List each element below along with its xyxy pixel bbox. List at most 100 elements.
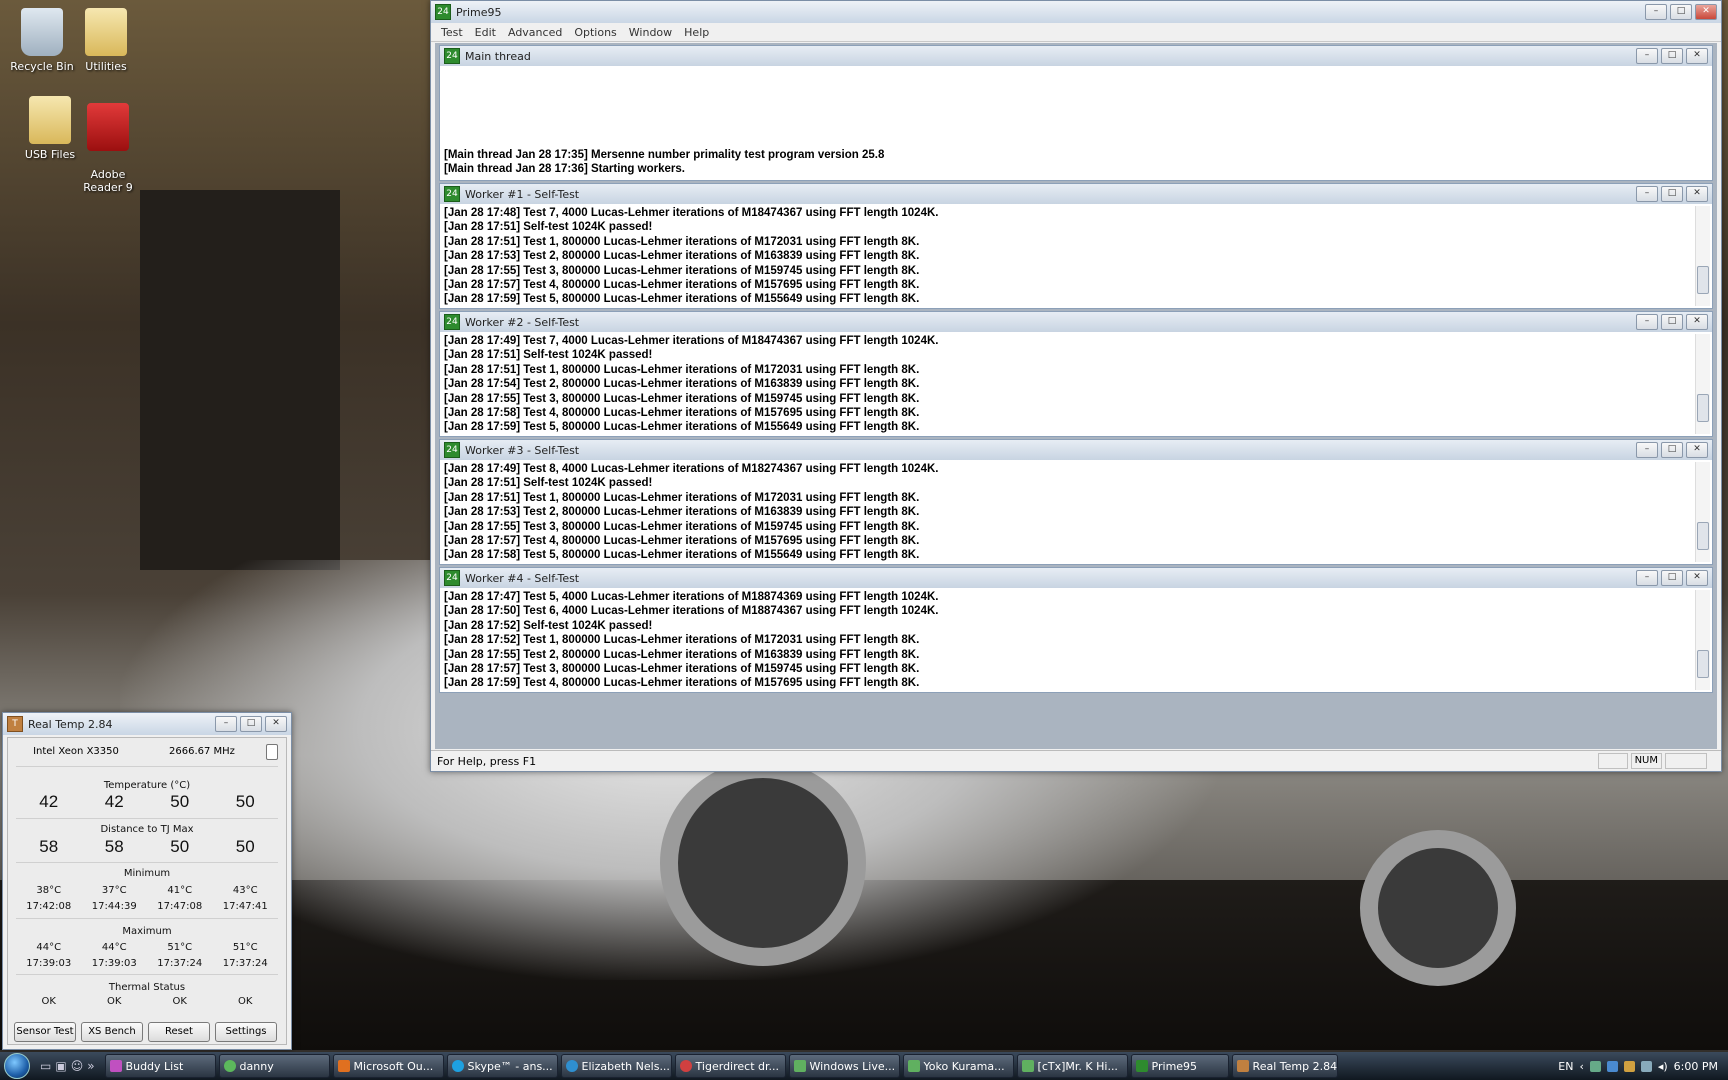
taskbar-item-chat-yoko[interactable]: Yoko Kurama... (902, 1054, 1014, 1078)
tray-app-icon[interactable] (1589, 1060, 1601, 1072)
core-temp: 50 (170, 792, 190, 811)
switch-windows-icon[interactable]: ▣ (55, 1059, 66, 1073)
vertical-scrollbar[interactable] (1695, 590, 1710, 690)
maximize-button[interactable]: □ (240, 716, 262, 732)
main-thread-window: 24 Main thread – □ ✕ [Main thread Jan 28… (439, 45, 1713, 181)
app-icon (679, 1060, 692, 1072)
minimize-button[interactable]: – (1636, 570, 1658, 586)
settings-button[interactable]: Settings (215, 1022, 277, 1042)
app-icon (223, 1060, 236, 1072)
taskbar-item-windows-live[interactable]: Windows Live... (788, 1054, 900, 1078)
vertical-scrollbar[interactable] (1695, 206, 1710, 306)
restore-button[interactable]: □ (1661, 48, 1683, 64)
window-title: Real Temp 2.84 (28, 717, 113, 731)
menu-test[interactable]: Test (435, 26, 469, 39)
taskbar-item-prime95[interactable]: Prime95 (1130, 1054, 1229, 1078)
child-titlebar[interactable]: 24 Worker #3 - Self-Test – □ ✕ (440, 440, 1712, 460)
language-indicator[interactable]: EN (1558, 1060, 1573, 1073)
taskbar-item-label: Windows Live... (809, 1059, 896, 1073)
minimize-button[interactable]: – (1636, 314, 1658, 330)
minimize-button[interactable]: – (1636, 442, 1658, 458)
close-button[interactable]: ✕ (1686, 186, 1708, 202)
scrollbar-thumb[interactable] (1697, 394, 1709, 422)
system-tray: EN ‹ ◂) 6:00 PM (1558, 1060, 1728, 1073)
folder-icon (85, 8, 127, 56)
realtemp-titlebar[interactable]: T Real Temp 2.84 – □ ✕ (3, 713, 291, 735)
scrollbar-thumb[interactable] (1697, 650, 1709, 678)
close-button[interactable]: ✕ (1695, 4, 1717, 20)
wallpaper-wheel-front (660, 760, 866, 966)
tray-app-icon[interactable] (1606, 1060, 1618, 1072)
restore-button[interactable]: □ (1661, 314, 1683, 330)
taskbar-item-buddy-list[interactable]: Buddy List (104, 1054, 216, 1078)
menu-edit[interactable]: Edit (469, 26, 502, 39)
close-button[interactable]: ✕ (265, 716, 287, 732)
desktop-icon-utilities[interactable]: Utilities (66, 8, 146, 73)
thermal-status-values: OK OK OK OK (16, 996, 278, 1007)
close-button[interactable]: ✕ (1686, 48, 1708, 64)
maximize-button[interactable]: □ (1670, 4, 1692, 20)
quick-launch-overflow-icon[interactable]: » (87, 1059, 94, 1073)
close-button[interactable]: ✕ (1686, 314, 1708, 330)
tray-app-icon[interactable] (1623, 1060, 1635, 1072)
scrollbar-thumb[interactable] (1697, 266, 1709, 294)
app-icon (109, 1060, 122, 1072)
taskbar-item-danny[interactable]: danny (218, 1054, 330, 1078)
taskbar-item-browser[interactable]: Tigerdirect dr... (674, 1054, 786, 1078)
tray-volume-icon[interactable]: ◂) (1658, 1060, 1668, 1073)
start-button[interactable] (0, 1052, 34, 1080)
minimize-button[interactable]: – (1645, 4, 1667, 20)
cpu-model: Intel Xeon X3350 (33, 746, 119, 757)
taskbar-item-label: [cTx]Mr. K Hi... (1037, 1059, 1118, 1073)
tray-expand-icon[interactable]: ‹ (1579, 1060, 1583, 1073)
app-icon (793, 1060, 806, 1072)
restore-button[interactable]: □ (1661, 186, 1683, 202)
console-line: [Jan 28 17:58] Test 5, 800000 Lucas-Lehm… (444, 549, 920, 562)
minimize-button[interactable]: – (215, 716, 237, 732)
scrollbar-thumb[interactable] (1697, 522, 1709, 550)
close-button[interactable]: ✕ (1686, 570, 1708, 586)
menu-options[interactable]: Options (568, 26, 622, 39)
minimize-button[interactable]: – (1636, 48, 1658, 64)
minimize-button[interactable]: – (1636, 186, 1658, 202)
status-num-lock: NUM (1630, 753, 1662, 769)
desktop-icon-adobe-reader[interactable]: Adobe Reader 9 (68, 90, 148, 194)
taskbar-item-skype[interactable]: Skype™ - ans... (446, 1054, 558, 1078)
min-time: 17:44:39 (91, 901, 137, 912)
realtemp-button-row: Sensor Test XS Bench Reset Settings (14, 1022, 280, 1042)
reset-button[interactable]: Reset (148, 1022, 210, 1042)
xs-bench-button[interactable]: XS Bench (81, 1022, 143, 1042)
wallpaper-pillar (140, 190, 340, 570)
sensor-test-button[interactable]: Sensor Test (14, 1022, 76, 1042)
restore-button[interactable]: □ (1661, 570, 1683, 586)
child-titlebar[interactable]: 24 Worker #4 - Self-Test – □ ✕ (440, 568, 1712, 588)
mdi-client-area: 24 Main thread – □ ✕ [Main thread Jan 28… (435, 43, 1717, 749)
child-titlebar[interactable]: 24 Main thread – □ ✕ (440, 46, 1712, 66)
close-button[interactable]: ✕ (1686, 442, 1708, 458)
cpu-mode-indicator[interactable] (266, 744, 278, 760)
realtemp-app-icon: T (7, 716, 23, 732)
restore-button[interactable]: □ (1661, 442, 1683, 458)
menu-window[interactable]: Window (623, 26, 678, 39)
child-titlebar[interactable]: 24 Worker #1 - Self-Test – □ ✕ (440, 184, 1712, 204)
minimum-times: 17:42:08 17:44:39 17:47:08 17:47:41 (16, 901, 278, 912)
taskbar-item-chat-elizabeth[interactable]: Elizabeth Nels... (560, 1054, 672, 1078)
tray-network-icon[interactable] (1640, 1060, 1652, 1072)
vertical-scrollbar[interactable] (1695, 334, 1710, 434)
prime95-titlebar[interactable]: 24 Prime95 – □ ✕ (431, 1, 1721, 23)
clock[interactable]: 6:00 PM (1674, 1060, 1718, 1073)
menu-advanced[interactable]: Advanced (502, 26, 568, 39)
console-line: [Jan 28 17:55] Test 3, 800000 Lucas-Lehm… (444, 264, 920, 277)
taskbar-item-outlook[interactable]: Microsoft Ou... (332, 1054, 444, 1078)
app-icon (337, 1060, 350, 1072)
taskbar-item-realtemp[interactable]: Real Temp 2.84 (1231, 1054, 1338, 1078)
vertical-scrollbar[interactable] (1695, 462, 1710, 562)
taskbar-item-chat-ctx[interactable]: [cTx]Mr. K Hi... (1016, 1054, 1128, 1078)
app-icon (1135, 1060, 1148, 1072)
desktop-icon-label: Utilities (85, 60, 127, 73)
child-titlebar[interactable]: 24 Worker #2 - Self-Test – □ ✕ (440, 312, 1712, 332)
show-desktop-icon[interactable]: ▭ (40, 1059, 51, 1073)
messenger-icon[interactable]: ☺ (71, 1059, 84, 1073)
min-temp: 43°C (232, 885, 258, 896)
menu-help[interactable]: Help (678, 26, 715, 39)
